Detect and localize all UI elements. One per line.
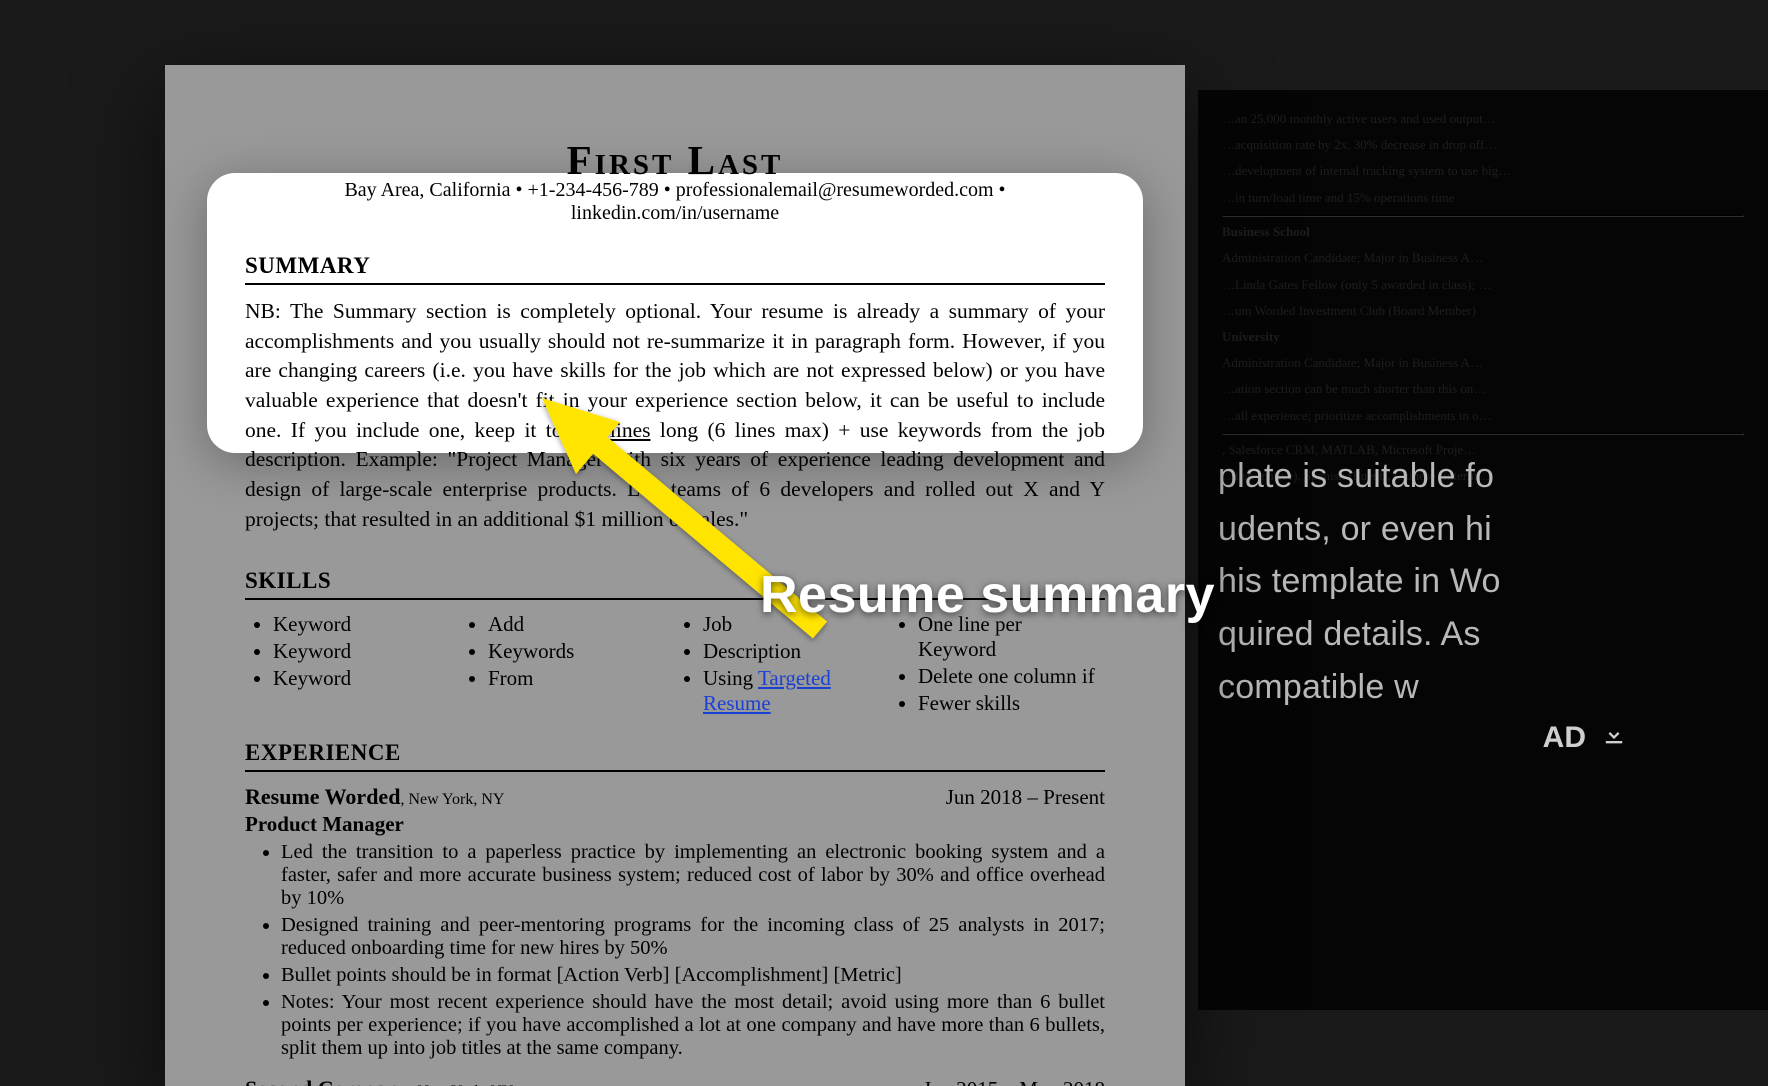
experience-1-bullets: Led the transition to a paperless practi… xyxy=(245,841,1105,1060)
skill-item: Keyword xyxy=(273,666,460,691)
divider xyxy=(245,283,1105,285)
bg-line: …an 25,000 monthly active users and used… xyxy=(1222,110,1744,128)
exp-bullet: Bullet points should be in format [Actio… xyxy=(281,964,1105,987)
skills-col-4: One line per Keyword Delete one column i… xyxy=(890,612,1105,718)
bg-line: …acquisition rate by 2x, 30% decrease in… xyxy=(1222,136,1744,154)
exp-bullet: Notes: Your most recent experience shoul… xyxy=(281,991,1105,1060)
experience-2-dates: Jan 2015 – May 2018 xyxy=(923,1077,1105,1086)
exp-bullet: Designed training and peer-mentoring pro… xyxy=(281,914,1105,960)
experience-2-company: Second Company, New York, NY xyxy=(245,1076,513,1086)
experience-2-header: Second Company, New York, NY Jan 2015 – … xyxy=(245,1076,1105,1086)
side-line: compatible w xyxy=(1218,661,1768,714)
download-icon xyxy=(1600,720,1628,756)
experience-1-dates: Jun 2018 – Present xyxy=(946,785,1105,810)
skill-item: Keywords xyxy=(488,639,675,664)
bg-line: …Linda Gates Fellow (only 5 awarded in c… xyxy=(1222,276,1744,294)
download-button[interactable]: AD xyxy=(1543,720,1628,756)
callout-label: Resume summary xyxy=(760,565,1215,625)
side-paragraph: plate is suitable fo udents, or even hi … xyxy=(1178,450,1768,713)
skill-item: From xyxy=(488,666,675,691)
experience-1-company: Resume Worded, New York, NY xyxy=(245,784,504,810)
skills-col-2: Add Keywords From xyxy=(460,612,675,718)
summary-text-underlined: 3-6 lines xyxy=(572,418,651,442)
bg-line: …um Worded Investment Club (Board Member… xyxy=(1222,302,1744,320)
bg-heading: Business School xyxy=(1222,223,1744,241)
side-line: plate is suitable fo xyxy=(1218,450,1768,503)
experience-1-role: Product Manager xyxy=(245,812,1105,837)
bg-line: Administration Candidate; Major in Busin… xyxy=(1222,249,1744,267)
skill-item: Delete one column if xyxy=(918,664,1105,689)
viewport: …an 25,000 monthly active users and used… xyxy=(0,0,1768,1086)
skill-item: Fewer skills xyxy=(918,691,1105,716)
contact-line: Bay Area, California • +1-234-456-789 • … xyxy=(245,179,1105,225)
skills-columns: Keyword Keyword Keyword Add Keywords Fro… xyxy=(245,612,1105,718)
experience-1-header: Resume Worded, New York, NY Jun 2018 – P… xyxy=(245,784,1105,810)
bg-line: …all experience; prioritize accomplishme… xyxy=(1222,407,1744,425)
side-line: his template in Wo xyxy=(1218,555,1768,608)
summary-heading: SUMMARY xyxy=(245,253,1105,279)
bg-heading: University xyxy=(1222,328,1744,346)
summary-content: Bay Area, California • +1-234-456-789 • … xyxy=(245,179,1105,1086)
side-line: udents, or even hi xyxy=(1218,503,1768,556)
skill-item: Keyword xyxy=(273,612,460,637)
skill-item: Using Targeted Resume xyxy=(703,666,890,716)
exp-bullet: Led the transition to a paperless practi… xyxy=(281,841,1105,910)
experience-heading: EXPERIENCE xyxy=(245,740,1105,766)
download-label: AD xyxy=(1543,721,1586,755)
bg-line: …in turn/load time and 15% operations ti… xyxy=(1222,189,1744,207)
bg-line: …development of internal tracking system… xyxy=(1222,162,1744,180)
summary-paragraph: NB: The Summary section is completely op… xyxy=(245,297,1105,534)
skills-col-3: Job Description Using Targeted Resume xyxy=(675,612,890,718)
skills-col-1: Keyword Keyword Keyword xyxy=(245,612,460,718)
divider xyxy=(245,770,1105,772)
bg-line: Administration Candidate; Major in Busin… xyxy=(1222,354,1744,372)
skill-item: Add xyxy=(488,612,675,637)
bg-line: …ation section can be much shorter than … xyxy=(1222,380,1744,398)
side-line: quired details. As xyxy=(1218,608,1768,661)
skill-item: Description xyxy=(703,639,890,664)
skill-item: Keyword xyxy=(273,639,460,664)
